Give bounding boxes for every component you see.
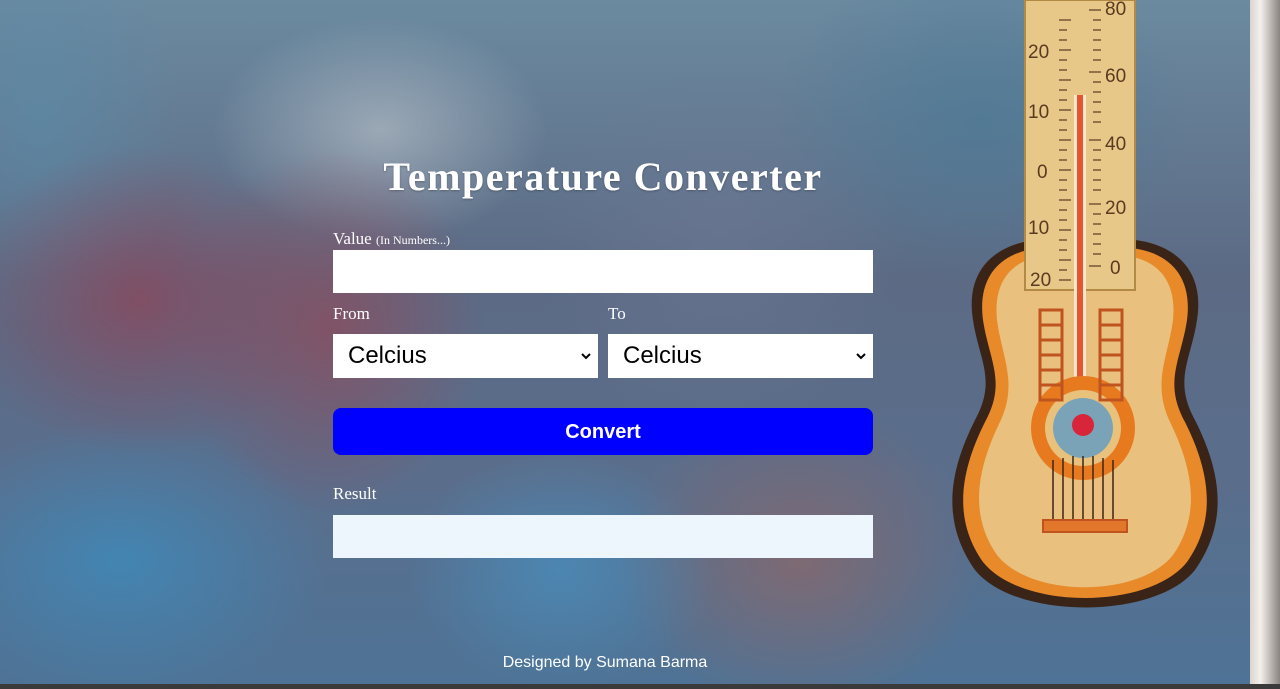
result-output [333,515,873,558]
thermometer-left-label: 10 [1028,102,1049,123]
thermometer-right-label: 80 [1105,0,1126,20]
convert-button[interactable]: Convert [333,408,873,455]
bottom-bar [0,684,1280,689]
thermometer-right-label: 60 [1105,66,1126,87]
to-selected-value: Celcius [623,342,702,369]
result-label: Result [333,484,377,503]
value-hint: (In Numbers...) [375,233,450,247]
to-label: To [608,304,626,323]
window-frame-strip [1250,0,1280,689]
chevron-down-icon [856,353,866,360]
value-label: Value (In Numbers...) [333,229,873,249]
thermometer-right-label: 40 [1105,134,1126,155]
to-column: To Celcius [608,304,873,378]
thermometer-right-label: 0 [1110,258,1121,279]
guitar-thermometer-image: 20 10 0 10 20 80 60 40 20 0 [952,0,1218,608]
from-column: From Celcius [333,304,598,378]
from-selected-value: Celcius [348,342,427,369]
from-label: From [333,304,370,323]
footer-credit: Designed by Sumana Barma [502,654,708,671]
thermometer-left-label: 10 [1028,218,1049,239]
thermometer-right-label: 20 [1105,198,1126,219]
chevron-down-icon [581,353,591,360]
unit-select-row: From Celcius To Celcius [333,304,873,378]
value-label-text: Value [333,229,372,248]
page-title: Temperature Converter [383,154,823,199]
converter-form: Temperature Converter Value (In Numbers.… [333,155,873,558]
from-unit-select[interactable]: Celcius [333,334,598,378]
thermometer-left-label: 20 [1028,42,1049,63]
thermometer-left-label: 20 [1030,270,1051,291]
thermometer-left-label: 0 [1037,162,1048,183]
value-input[interactable] [333,250,873,293]
to-unit-select[interactable]: Celcius [608,334,873,378]
